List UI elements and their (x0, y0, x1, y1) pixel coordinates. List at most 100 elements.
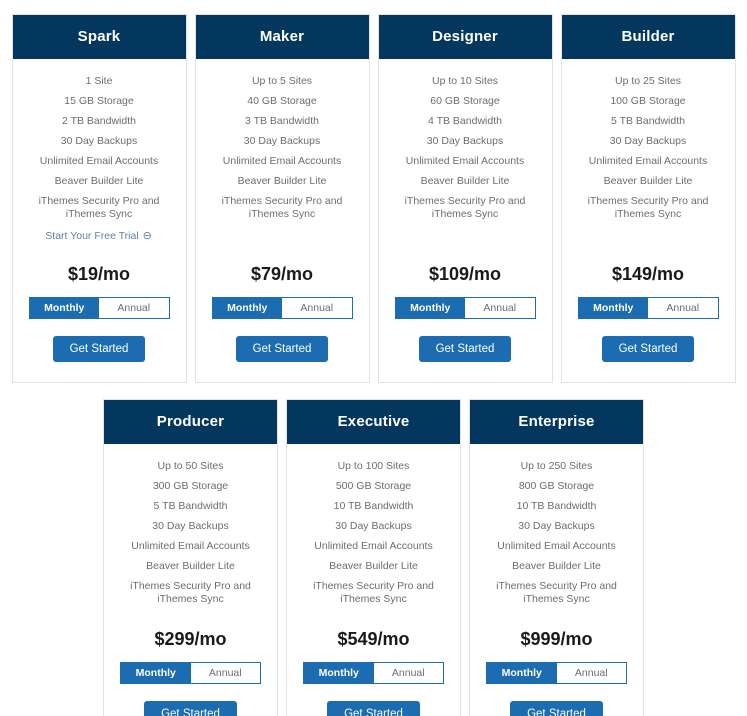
feature-item: Beaver Builder Lite (329, 559, 418, 572)
feature-item: Unlimited Email Accounts (405, 154, 525, 167)
get-started-button-executive[interactable]: Get Started (327, 701, 420, 716)
trial-row: Start Your Free Trial ⊖ (21, 224, 178, 244)
feature-list: Up to 10 Sites 60 GB Storage 4 TB Bandwidt… (387, 71, 544, 224)
toggle-option-annual[interactable]: Annual (465, 298, 535, 318)
toggle-option-monthly[interactable]: Monthly (395, 298, 465, 318)
start-free-trial-link[interactable]: Start Your Free Trial ⊖ (45, 230, 152, 242)
cta-row: Get Started (387, 319, 544, 382)
plan-name-designer: Designer (378, 15, 552, 59)
billing-term-toggle: Monthly Annual (577, 297, 719, 319)
feature-item: 4 TB Bandwidth (428, 114, 502, 127)
feature-item: 300 GB Storage (152, 479, 229, 492)
feature-item: 100 GB Storage (610, 94, 686, 107)
get-started-button-spark[interactable]: Get Started (52, 336, 146, 362)
feature-item: Up to 100 Sites (337, 459, 410, 472)
cta-row: Get Started (570, 319, 727, 382)
pricing-card-maker: Maker Up to 5 Sites 40 GB Storage 3 TB Band… (194, 14, 370, 383)
cta-row: Get Started (21, 319, 178, 382)
toggle-option-annual[interactable]: Annual (556, 663, 626, 683)
feature-item: Unlimited Email Accounts (131, 539, 250, 552)
feature-item: 5 TB Bandwidth (611, 114, 685, 127)
pricing-row-2: Producer Up to 50 Sites 300 GB Storage 5 TB… (0, 399, 747, 716)
feature-item: 30 Day Backups (152, 519, 229, 532)
trial-link-label: Start Your Free Trial (45, 230, 139, 242)
billing-term-toggle: Monthly Annual (303, 662, 444, 684)
get-started-button-designer[interactable]: Get Started (418, 336, 512, 362)
plan-price-producer: $299/mo (154, 629, 227, 649)
plan-price-maker: $79/mo (250, 264, 314, 284)
flex-spacer (478, 609, 635, 623)
feature-item: 10 TB Bandwidth (516, 499, 597, 512)
feature-item: Unlimited Email Accounts (222, 154, 342, 167)
toggle-option-monthly[interactable]: Monthly (121, 663, 191, 683)
feature-item: iThemes Security Pro and iThemes Sync (38, 194, 160, 220)
feature-item: iThemes Security Pro and iThemes Sync (221, 194, 343, 220)
plan-price-builder: $149/mo (611, 264, 685, 284)
toggle-option-annual[interactable]: Annual (99, 298, 169, 318)
feature-item: 30 Day Backups (243, 134, 321, 147)
feature-item: 30 Day Backups (60, 134, 138, 147)
feature-item: 30 Day Backups (518, 519, 595, 532)
get-started-button-builder[interactable]: Get Started (601, 336, 695, 362)
feature-item: Unlimited Email Accounts (314, 539, 433, 552)
toggle-option-annual[interactable]: Annual (190, 663, 260, 683)
pricing-card-spark: Spark 1 Site 15 GB Storage 2 TB Bandwidth 30… (11, 14, 187, 383)
toggle-option-annual[interactable]: Annual (282, 298, 352, 318)
flex-spacer (387, 224, 544, 258)
feature-item: Up to 250 Sites (520, 459, 593, 472)
get-started-button-enterprise[interactable]: Get Started (510, 701, 603, 716)
feature-item: Up to 5 Sites (251, 74, 313, 87)
get-started-button-producer[interactable]: Get Started (144, 701, 237, 716)
feature-list: Up to 250 Sites 800 GB Storage 10 TB Bandw… (478, 456, 635, 609)
feature-item: 15 GB Storage (64, 94, 134, 107)
feature-item: Unlimited Email Accounts (39, 154, 159, 167)
toggle-option-monthly[interactable]: Monthly (578, 298, 648, 318)
feature-item: Unlimited Email Accounts (588, 154, 708, 167)
feature-item: iThemes Security Pro and iThemes Sync (404, 194, 526, 220)
feature-item: iThemes Security Pro and iThemes Sync (313, 579, 434, 605)
circle-arrow-icon: ⊖ (142, 229, 152, 242)
toggle-option-monthly[interactable]: Monthly (212, 298, 282, 318)
card-body: Up to 25 Sites 100 GB Storage 5 TB Bandwid… (562, 59, 735, 382)
pricing-card-executive: Executive Up to 100 Sites 500 GB Storage 10… (286, 399, 461, 716)
feature-item: 500 GB Storage (335, 479, 412, 492)
cta-row: Get Started (204, 319, 361, 382)
feature-item: Beaver Builder Lite (603, 174, 693, 187)
feature-item: iThemes Security Pro and iThemes Sync (587, 194, 709, 220)
feature-item: Up to 50 Sites (157, 459, 224, 472)
plan-name-producer: Producer (104, 400, 277, 444)
feature-item: 30 Day Backups (609, 134, 687, 147)
plan-name-spark: Spark (12, 15, 186, 59)
billing-term-toggle: Monthly Annual (486, 662, 627, 684)
toggle-option-monthly[interactable]: Monthly (304, 663, 374, 683)
get-started-button-maker[interactable]: Get Started (235, 336, 329, 362)
card-body: Up to 250 Sites 800 GB Storage 10 TB Bandw… (470, 444, 643, 716)
feature-list: Up to 5 Sites 40 GB Storage 3 TB Bandwidth… (204, 71, 361, 224)
feature-item: Up to 25 Sites (615, 74, 681, 87)
feature-item: 800 GB Storage (518, 479, 595, 492)
feature-item: Beaver Builder Lite (237, 174, 327, 187)
feature-item: Unlimited Email Accounts (497, 539, 616, 552)
billing-term-toggle: Monthly Annual (394, 297, 536, 319)
cta-row: Get Started (478, 684, 635, 716)
toggle-option-annual[interactable]: Annual (648, 298, 718, 318)
plan-price-designer: $109/mo (428, 264, 502, 284)
toggle-option-annual[interactable]: Annual (373, 663, 443, 683)
feature-list: Up to 50 Sites 300 GB Storage 5 TB Bandwid… (112, 456, 269, 609)
cta-row: Get Started (112, 684, 269, 716)
cta-row: Get Started (295, 684, 452, 716)
toggle-option-monthly[interactable]: Monthly (487, 663, 557, 683)
pricing-row-1: Spark 1 Site 15 GB Storage 2 TB Bandwidth 30… (0, 14, 747, 383)
toggle-option-monthly[interactable]: Monthly (29, 298, 99, 318)
plan-price-executive: $549/mo (337, 629, 410, 649)
billing-term-toggle: Monthly Annual (211, 297, 353, 319)
feature-item: 10 TB Bandwidth (333, 499, 414, 512)
feature-item: 40 GB Storage (247, 94, 317, 107)
billing-term-toggle: Monthly Annual (120, 662, 261, 684)
pricing-card-enterprise: Enterprise Up to 250 Sites 800 GB Storage 1… (469, 399, 644, 716)
plan-name-builder: Builder (561, 15, 735, 59)
feature-list: Up to 25 Sites 100 GB Storage 5 TB Bandwid… (570, 71, 727, 224)
flex-spacer (570, 224, 727, 258)
feature-item: 2 TB Bandwidth (62, 114, 136, 127)
card-body: 1 Site 15 GB Storage 2 TB Bandwidth 30 Day … (13, 59, 186, 382)
